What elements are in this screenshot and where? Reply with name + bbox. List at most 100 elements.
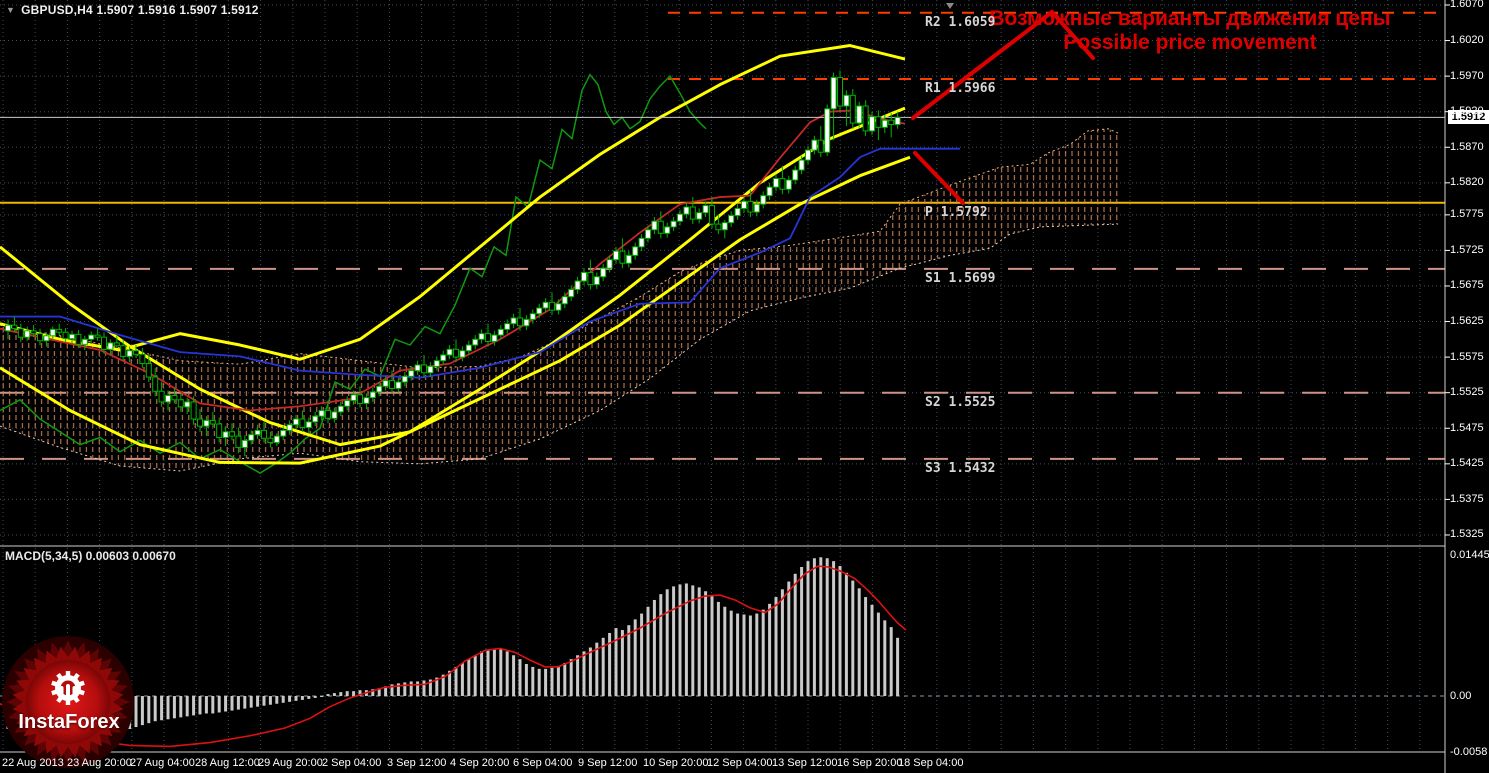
macd-bar [646, 606, 650, 696]
candle-bull [766, 186, 773, 197]
annotation-line-ru: Возможные варианты движения цены [989, 7, 1391, 30]
price-axis-label: 1.5425 [1450, 457, 1484, 470]
candle-bear [94, 334, 101, 338]
candle-bear [56, 328, 63, 333]
instaforex-logo-text: InstaForex [18, 711, 120, 733]
candle-bull [222, 431, 229, 439]
candle-bear [779, 178, 786, 190]
macd-bar [691, 585, 695, 696]
candle-bear [11, 324, 18, 330]
candle-bull [843, 94, 850, 107]
time-axis-label: 4 Sep 20:00 [450, 757, 510, 769]
macd-bar [524, 663, 528, 696]
macd-bar [230, 696, 234, 711]
macd-bar [518, 659, 522, 696]
candle-bear [190, 401, 197, 420]
time-axis-label: 10 Sep 20:00 [643, 757, 709, 769]
macd-bar [345, 691, 349, 696]
macd-bar [652, 599, 656, 696]
candle-bear [235, 435, 242, 448]
mt4-chart-window[interactable]: { "window": { "symbol_line": "GBPUSD,H4 … [0, 0, 1489, 773]
macd-bar [838, 566, 842, 696]
macd-bar [761, 609, 765, 696]
candle-bear [101, 336, 107, 350]
chart-canvas[interactable] [0, 0, 1489, 773]
macd-bar [192, 696, 196, 716]
candle-bear [113, 342, 120, 347]
candle-bull [465, 344, 472, 352]
candle-bull [651, 220, 658, 231]
macd-bar [620, 630, 624, 696]
macd-bar [160, 696, 164, 721]
macd-bar [140, 696, 144, 726]
candle-bear [689, 206, 696, 220]
macd-bar [755, 613, 759, 696]
candle-bull [523, 318, 530, 327]
candle-bear [177, 399, 184, 408]
candle-bull [728, 215, 735, 224]
candle-bear [485, 333, 491, 342]
candle-bull [446, 348, 453, 356]
candle-bear [709, 205, 715, 225]
macd-bar [179, 696, 183, 718]
time-axis-label: 3 Sep 12:00 [387, 757, 447, 769]
candle-bull [734, 207, 741, 217]
candle-bull [753, 203, 760, 213]
macd-bar [512, 655, 516, 696]
candle-bear [325, 409, 331, 419]
candle-bull [69, 333, 75, 340]
candle-bull [632, 246, 639, 256]
candle-bull [427, 365, 434, 374]
candle-bull [574, 280, 581, 291]
macd-bar [147, 696, 151, 724]
candle-bull [88, 334, 95, 340]
candle-bear [216, 423, 223, 439]
macd-bar [505, 651, 509, 696]
candle-bull [49, 328, 56, 337]
candle-bull [318, 409, 325, 417]
time-axis-label: 6 Sep 04:00 [513, 757, 573, 769]
macd-bar [243, 696, 247, 709]
macd-bar [774, 597, 778, 696]
macd-bar [627, 625, 631, 696]
macd-bar [729, 610, 733, 696]
candle-bull [165, 395, 171, 403]
macd-bar [614, 628, 618, 696]
macd-bar [307, 696, 311, 699]
macd-bar [582, 651, 586, 696]
macd-bar [563, 663, 567, 696]
time-axis-label: 29 Aug 20:00 [258, 757, 323, 769]
macd-bar [787, 581, 791, 696]
macd-bar [313, 696, 317, 698]
macd-bar [339, 692, 343, 696]
time-axis-label: 13 Sep 12:00 [772, 757, 838, 769]
candle-bear [299, 418, 306, 429]
chevron-down-icon[interactable]: ▼ [6, 5, 15, 15]
macd-bar [224, 696, 228, 712]
candle-bull [414, 364, 421, 372]
macd-bar [825, 558, 829, 696]
candle-bull [497, 328, 504, 336]
candle-bull [107, 342, 114, 350]
macd-bar [684, 583, 688, 696]
candle-bull [600, 267, 607, 278]
candle-bull [273, 435, 280, 443]
candle-bull [408, 370, 415, 377]
macd-bar [544, 668, 548, 696]
price-axis-label: 1.5525 [1450, 386, 1484, 399]
macd-bar [550, 667, 554, 696]
price-axis-label: 1.5920 [1450, 105, 1484, 118]
candle-bull [542, 301, 549, 309]
macd-bar [748, 615, 752, 696]
macd-bar [659, 594, 663, 696]
macd-bar [864, 597, 868, 696]
macd-bar [352, 691, 356, 696]
candle-bull [721, 222, 728, 231]
annotation-line-en: Possible price movement [1063, 31, 1317, 54]
macd-bar [499, 649, 503, 696]
macd-bar [454, 666, 458, 696]
candle-bear [888, 119, 895, 125]
candle-bull [433, 360, 440, 367]
macd-bar [288, 696, 292, 702]
macd-bar [569, 659, 573, 696]
